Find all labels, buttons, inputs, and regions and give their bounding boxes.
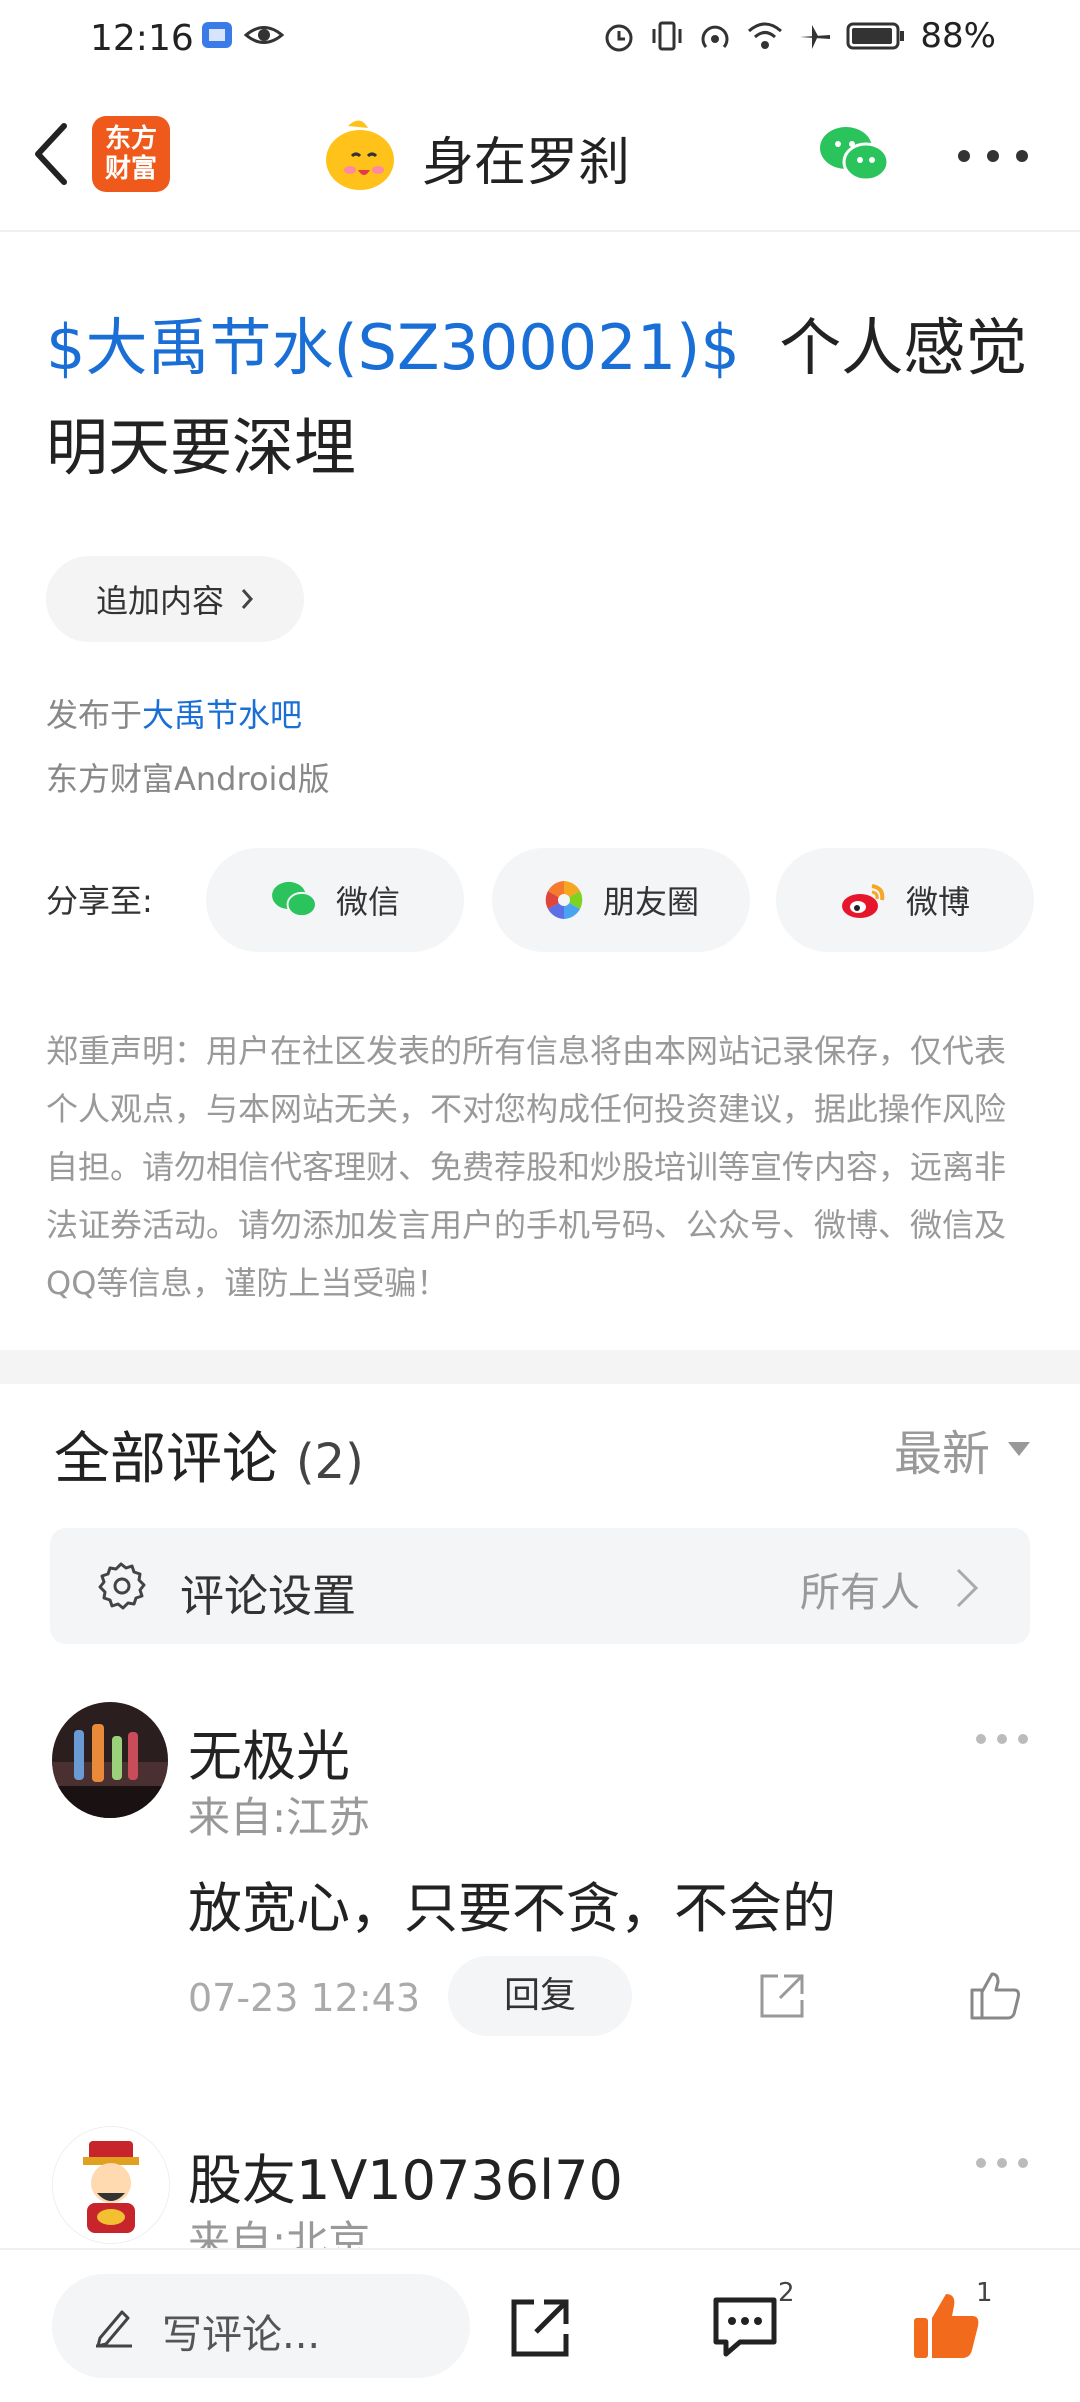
status-time: 12:16 <box>90 18 194 59</box>
add-content-button[interactable]: 追加内容 <box>46 556 304 642</box>
comment-more-icon[interactable] <box>976 1734 1028 1746</box>
commenter-location: 来自:江苏 <box>188 1793 371 1842</box>
comment-settings-row[interactable]: 评论设置 所有人 <box>50 1528 1030 1644</box>
wechat-share-icon[interactable] <box>818 124 890 186</box>
app-logo[interactable]: 东方 财富 <box>92 116 170 192</box>
alarm-icon <box>605 24 633 52</box>
comment-item: 无极光 来自:江苏 放宽心，只要不贪，不会的 07-23 12:43 回复 <box>0 1694 1080 2054</box>
section-divider <box>0 1350 1080 1384</box>
status-right-icons: 88% <box>602 16 996 56</box>
reply-button[interactable]: 回复 <box>448 1956 632 2036</box>
share-moments-label: 朋友圈 <box>602 883 699 921</box>
stock-tag-link[interactable]: $大禹节水(SZ300021)$ <box>46 311 740 384</box>
comment-icon[interactable] <box>710 2294 780 2360</box>
commenter-name[interactable]: 无极光 <box>188 1712 350 1791</box>
airplane-mode-icon <box>800 25 831 49</box>
client-info: 东方财富Android版 <box>46 760 330 798</box>
app-notification-icon <box>202 22 232 48</box>
share-icon[interactable] <box>756 1970 808 2022</box>
disclaimer-text: 郑重声明：用户在社区发表的所有信息将由本网站记录保存，仅代表个人观点，与本网站无… <box>46 1032 1007 1302</box>
back-icon[interactable] <box>24 116 80 192</box>
share-wechat-button[interactable]: 微信 <box>206 848 464 952</box>
battery-icon <box>846 22 905 50</box>
comment-count-badge: 2 <box>778 2278 795 2308</box>
vibrate-icon <box>652 21 682 51</box>
wechat-icon <box>272 881 317 918</box>
share-label: 分享至: <box>46 882 153 920</box>
share-moments-button[interactable]: 朋友圈 <box>492 848 750 952</box>
hotspot-icon <box>701 25 729 48</box>
post-title: $大禹节水(SZ300021)$ 个人感觉明天要深埋 <box>46 298 1046 498</box>
comment-text: 放宽心，只要不贪，不会的 <box>188 1877 836 1940</box>
add-content-label: 追加内容 <box>95 582 224 620</box>
commenter-name[interactable]: 股友1V10736l70 <box>188 2136 623 2215</box>
battery-percent: 88% <box>920 16 996 56</box>
caret-down-icon <box>1008 1442 1030 1456</box>
share-weibo-button[interactable]: 微博 <box>776 848 1034 952</box>
bottom-action-bar: 写评论... 2 1 <box>0 2248 1080 2402</box>
share-icon[interactable] <box>506 2294 574 2362</box>
thumbs-up-icon[interactable] <box>968 1968 1022 2022</box>
status-bar: 12:16 88% <box>0 0 1080 78</box>
sort-label: 最新 <box>893 1426 990 1482</box>
comment-settings-value: 所有人 <box>800 1570 920 1616</box>
comment-item: 股友1V10736l70 来自:北京 <box>0 2118 1080 2248</box>
chevron-right-icon <box>241 589 254 609</box>
moments-icon <box>545 881 583 919</box>
comment-more-icon[interactable] <box>976 2158 1028 2170</box>
weibo-icon <box>841 884 885 918</box>
stock-bar-link[interactable]: 大禹节水吧 <box>142 696 302 734</box>
author-avatar[interactable] <box>318 112 402 196</box>
author-name[interactable]: 身在罗刹 <box>422 120 630 195</box>
sort-dropdown[interactable]: 最新 <box>894 1414 1030 1484</box>
comments-title: 全部评论 <box>54 1427 278 1492</box>
thumbs-up-filled-icon[interactable] <box>910 2290 982 2362</box>
commenter-avatar[interactable] <box>52 1702 168 1818</box>
share-weibo-label: 微博 <box>905 883 970 921</box>
gear-icon <box>98 1562 146 1610</box>
pen-icon <box>96 2310 132 2348</box>
chevron-right-icon <box>956 1568 979 1608</box>
write-comment-placeholder: 写评论... <box>162 2312 321 2358</box>
published-prefix: 发布于 <box>46 696 143 734</box>
wifi-icon <box>748 22 783 49</box>
status-notification-icons <box>200 18 284 52</box>
comment-time: 07-23 12:43 <box>188 1976 421 2020</box>
published-info: 发布于大禹节水吧 <box>46 690 302 736</box>
share-wechat-label: 微信 <box>335 883 400 921</box>
top-nav-bar: 东方 财富 身在罗刹 <box>0 78 1080 232</box>
comments-count: (2) <box>295 1434 364 1490</box>
comment-settings-label: 评论设置 <box>180 1571 356 1622</box>
more-options-icon[interactable] <box>958 150 1028 162</box>
like-count-badge: 1 <box>976 2278 993 2308</box>
commenter-avatar[interactable] <box>52 2126 170 2244</box>
eye-icon <box>244 26 284 44</box>
write-comment-input[interactable]: 写评论... <box>52 2274 470 2378</box>
commenter-location: 来自:北京 <box>188 2217 371 2248</box>
comments-heading: 全部评论 (2) <box>54 1414 364 1495</box>
